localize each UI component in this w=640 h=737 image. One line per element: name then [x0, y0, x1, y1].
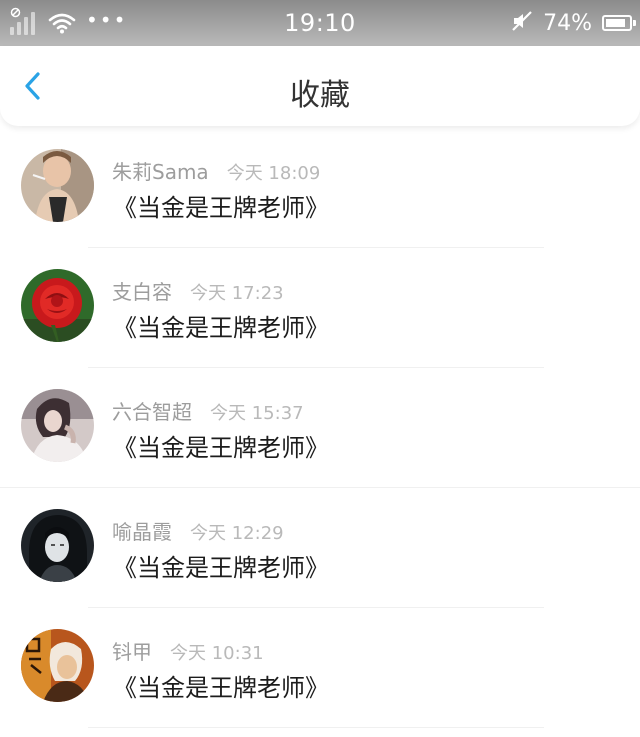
item-title: 《当金是王牌老师》	[113, 314, 329, 342]
timestamp: 今天 18:09	[226, 163, 321, 184]
item-meta: 六合智超 今天 15:37	[112, 396, 304, 425]
user-name: 喻晶霞	[112, 520, 172, 544]
timestamp: 今天 12:29	[190, 523, 284, 544]
item-title: 《当金是王牌老师》	[113, 194, 329, 222]
timestamp: 今天 10:31	[170, 643, 264, 664]
item-meta: 朱莉Sama 今天 18:09	[112, 156, 320, 185]
battery-icon	[602, 15, 636, 31]
status-right-icons: 74%	[511, 8, 636, 38]
list-item[interactable]: 朱莉Sama 今天 18:09 《当金是王牌老师》	[0, 128, 640, 248]
avatar[interactable]	[21, 509, 94, 582]
status-bar: ••• 19:10 74%	[0, 0, 640, 46]
item-title: 《当金是王牌老师》	[113, 554, 329, 582]
avatar[interactable]	[21, 149, 94, 222]
user-name: 六合智超	[112, 400, 192, 424]
battery-percent: 74%	[543, 10, 592, 36]
item-meta: 钭甲 今天 10:31	[112, 636, 264, 665]
user-name: 钭甲	[112, 640, 152, 664]
list-item[interactable]: 钭甲 今天 10:31 《当金是王牌老师》	[0, 608, 640, 728]
item-title: 《当金是王牌老师》	[113, 434, 329, 462]
favorites-list: 朱莉Sama 今天 18:09 《当金是王牌老师》 支白容 今天 17:23 《…	[0, 128, 640, 728]
divider	[88, 727, 544, 728]
avatar[interactable]	[21, 389, 94, 462]
timestamp: 今天 15:37	[210, 403, 304, 424]
list-item[interactable]: 支白容 今天 17:23 《当金是王牌老师》	[0, 248, 640, 368]
mute-icon	[511, 10, 533, 36]
list-item[interactable]: 六合智超 今天 15:37 《当金是王牌老师》	[0, 368, 640, 488]
avatar[interactable]	[21, 629, 94, 702]
timestamp: 今天 17:23	[190, 283, 284, 304]
item-title: 《当金是王牌老师》	[113, 674, 329, 702]
list-item[interactable]: 喻晶霞 今天 12:29 《当金是王牌老师》	[0, 488, 640, 608]
avatar[interactable]	[21, 269, 94, 342]
page-title: 收藏	[290, 78, 350, 113]
item-meta: 支白容 今天 17:23	[112, 276, 284, 305]
user-name: 支白容	[112, 280, 172, 304]
item-meta: 喻晶霞 今天 12:29	[112, 516, 284, 545]
user-name: 朱莉Sama	[112, 160, 209, 184]
nav-bar: 收藏	[0, 46, 640, 126]
